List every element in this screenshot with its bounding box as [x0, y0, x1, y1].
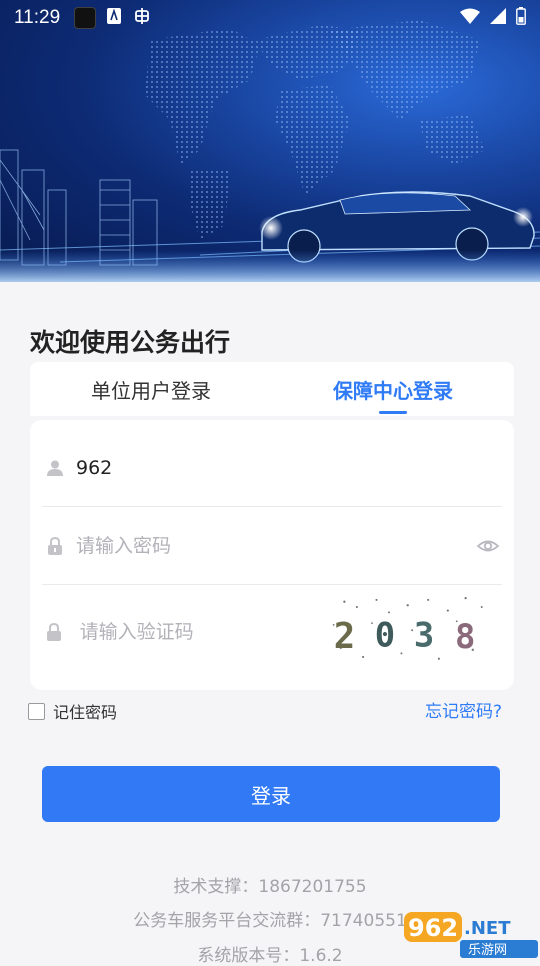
remember-label: 记住密码 — [53, 703, 118, 722]
svg-text:.NET: .NET — [464, 918, 511, 939]
username-row — [42, 430, 502, 507]
page-title: 欢迎使用公务出行 — [30, 328, 231, 357]
notification-bug-icon — [132, 6, 152, 31]
password-input[interactable] — [76, 535, 476, 557]
svg-text:乐游网: 乐游网 — [468, 943, 507, 958]
remember-checkbox[interactable] — [28, 702, 45, 720]
captcha-char: 3 — [414, 615, 434, 654]
notification-a-icon — [106, 7, 122, 30]
captcha-input[interactable] — [79, 621, 323, 643]
footer-support: 技术支撑：1867201755 — [173, 877, 367, 897]
captcha-char: 2 — [333, 616, 354, 657]
lock-icon — [44, 535, 66, 557]
notification-app-icon — [74, 7, 97, 29]
wifi-icon — [460, 8, 480, 29]
password-row — [42, 508, 502, 585]
battery-icon — [516, 6, 526, 30]
login-tabs: 单位用户登录 保障中心登录 — [30, 362, 514, 416]
hero-banner: 11:29 — [0, 0, 540, 282]
tab-unit-user-login[interactable]: 单位用户登录 — [30, 362, 272, 416]
status-time: 11:29 — [14, 7, 61, 28]
svg-text:962: 962 — [408, 914, 458, 942]
tab-support-center-login[interactable]: 保障中心登录 — [272, 362, 514, 416]
login-button[interactable]: 登录 — [42, 766, 500, 822]
captcha-image[interactable]: 2 0 3 8 — [323, 590, 492, 674]
login-form-card: 2 0 3 8 — [30, 420, 514, 690]
forgot-password-link[interactable]: 忘记密码? — [425, 697, 502, 722]
username-input[interactable] — [76, 457, 502, 479]
hero-illustration — [0, 20, 540, 282]
status-bar: 11:29 — [0, 0, 540, 36]
show-password-eye-icon[interactable] — [476, 534, 500, 558]
watermark-logo: 962 .NET 乐游网 — [404, 912, 538, 958]
captcha-row: 2 0 3 8 — [42, 586, 502, 678]
captcha-char: 0 — [374, 615, 394, 654]
remember-password[interactable]: 记住密码 — [28, 699, 117, 723]
captcha-lock-icon — [44, 621, 64, 643]
captcha-char: 8 — [455, 617, 475, 656]
user-icon — [44, 457, 66, 479]
signal-icon — [490, 7, 506, 29]
